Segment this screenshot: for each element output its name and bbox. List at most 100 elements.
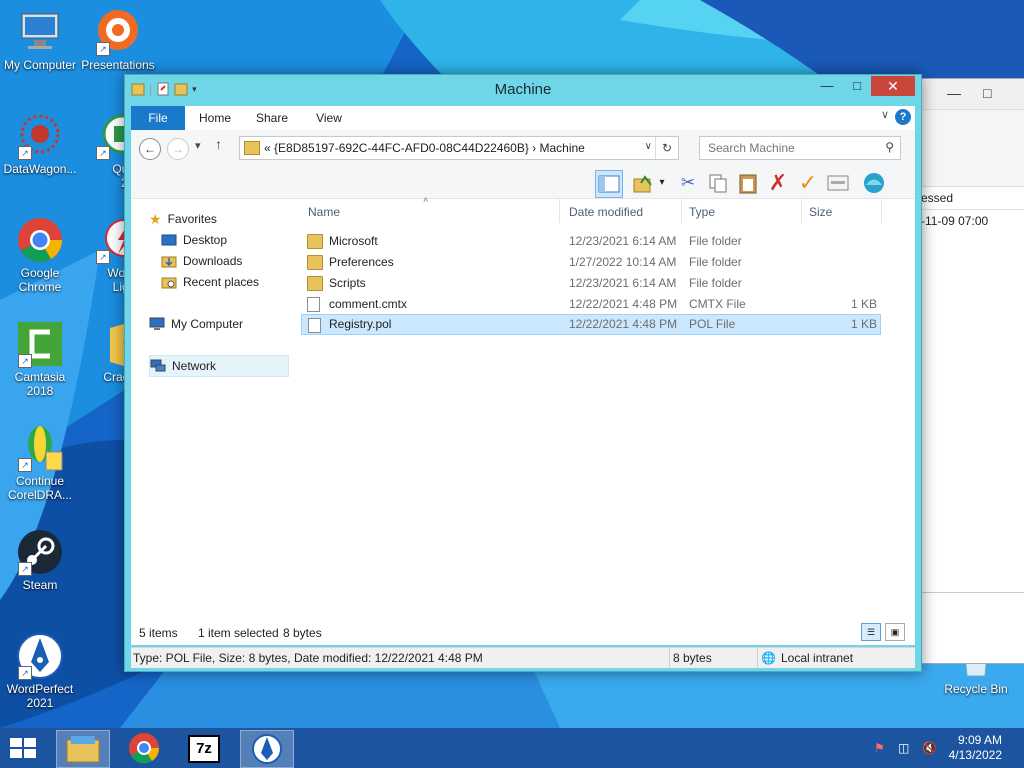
back-button[interactable]: ← xyxy=(139,138,161,160)
column-header-name[interactable]: Name xyxy=(308,205,340,219)
wordperfect-icon: ↗ xyxy=(16,632,64,680)
large-icons-view-button[interactable]: ▣ xyxy=(885,623,905,641)
file-type: POL File xyxy=(689,317,736,331)
maximize-button[interactable]: □ xyxy=(843,76,871,96)
nav-desktop[interactable]: Desktop xyxy=(161,230,227,250)
tab-view[interactable]: View xyxy=(309,106,349,130)
downloads-icon xyxy=(161,254,177,268)
steam-icon: ↗ xyxy=(16,528,64,576)
sevenzip-icon: 7z xyxy=(188,735,220,763)
desktop-icon-label: Recycle Bin xyxy=(944,682,1008,696)
file-date: 12/22/2021 4:48 PM xyxy=(569,317,678,331)
ribbon-expand-icon[interactable]: ∨ xyxy=(881,108,889,121)
start-button[interactable] xyxy=(10,738,36,758)
background-window[interactable]: — □ essed -11-09 07:00 xyxy=(918,78,1024,664)
nav-network[interactable]: Network xyxy=(149,355,289,377)
content-area: ★ Favorites Desktop Downloads Recent pla… xyxy=(131,195,915,619)
folder-icon xyxy=(244,141,260,155)
taskbar-chrome[interactable] xyxy=(118,730,170,766)
network-icon[interactable]: ◫ xyxy=(898,741,909,755)
preview-pane-button[interactable] xyxy=(595,170,623,198)
list-item[interactable]: -11-09 07:00 xyxy=(919,210,1024,232)
nav-downloads[interactable]: Downloads xyxy=(161,251,242,271)
maximize-icon[interactable]: □ xyxy=(983,85,991,101)
nav-favorites[interactable]: ★ Favorites xyxy=(149,209,217,229)
folder-icon xyxy=(307,255,323,270)
details-bar: Type: POL File, Size: 8 bytes, Date modi… xyxy=(131,647,915,668)
address-dropdown-icon[interactable]: ∨ xyxy=(645,141,652,152)
refresh-button[interactable]: ↻ xyxy=(655,137,678,159)
recent-places-icon xyxy=(161,275,177,289)
file-type: File folder xyxy=(689,234,742,248)
table-row[interactable]: Microsoft 12/23/2021 6:14 AM File folder xyxy=(301,231,879,251)
file-type: File folder xyxy=(689,255,742,269)
presentations-icon: ↗ xyxy=(94,8,142,56)
desktop-icon-label: Camtasia xyxy=(14,370,66,384)
nav-recent-places[interactable]: Recent places xyxy=(161,272,259,292)
desktop-icon-steam[interactable]: ↗ Steam xyxy=(0,528,80,592)
selection-count: 1 item selected xyxy=(198,626,279,640)
recent-locations-icon[interactable]: ▾ xyxy=(195,139,201,152)
desktop-icon-camtasia[interactable]: ↗ Camtasia 2018 xyxy=(0,320,80,398)
rename-icon[interactable]: ✓ xyxy=(795,170,821,196)
table-row[interactable]: Preferences 1/27/2022 10:14 AM File fold… xyxy=(301,252,879,272)
file-explorer-icon xyxy=(66,736,100,763)
tab-share[interactable]: Share xyxy=(249,106,295,130)
desktop-icon-google-chrome[interactable]: Google Chrome xyxy=(0,216,80,294)
nav-my-computer[interactable]: My Computer xyxy=(149,314,243,334)
clock[interactable]: 9:09 AM 4/13/2022 xyxy=(949,733,1002,763)
paste-icon[interactable] xyxy=(735,170,761,196)
tab-home[interactable]: Home xyxy=(193,106,237,130)
close-button[interactable]: ✕ xyxy=(871,76,915,96)
file-size: 1 KB xyxy=(851,317,878,331)
taskbar-wordperfect[interactable] xyxy=(240,730,294,768)
desktop-icon-wordperfect-2021[interactable]: ↗ WordPerfect 2021 xyxy=(0,632,80,710)
search-icon[interactable]: ⚲ xyxy=(885,140,894,154)
folder-icon xyxy=(307,276,323,291)
cut-icon[interactable]: ✂ xyxy=(675,170,701,196)
titlebar[interactable]: | ▾ Machine — □ ✕ xyxy=(125,75,921,105)
column-header-date[interactable]: Date modified xyxy=(569,205,643,219)
minimize-button[interactable]: — xyxy=(813,76,841,96)
column-header-size[interactable]: Size xyxy=(809,205,832,219)
windows-logo-icon xyxy=(10,738,22,747)
dropdown-icon[interactable]: ▾ xyxy=(655,170,669,196)
table-row[interactable]: Scripts 12/23/2021 6:14 AM File folder xyxy=(301,273,879,293)
delete-icon[interactable]: ✗ xyxy=(765,170,791,196)
datawagon-icon: ↗ xyxy=(16,112,64,160)
globe-icon: 🌐 xyxy=(761,651,776,665)
desktop-icon-my-computer[interactable]: My Computer xyxy=(0,8,80,72)
file-name: Microsoft xyxy=(329,234,378,248)
properties-icon[interactable] xyxy=(825,170,851,196)
column-header[interactable]: essed xyxy=(919,187,1024,210)
network-icon xyxy=(150,359,166,373)
address-bar[interactable]: « {E8D85197-692C-44FC-AFD0-08C44D22460B}… xyxy=(239,136,679,160)
volume-muted-icon[interactable]: 🔇 xyxy=(922,741,937,755)
navigation-pane: ★ Favorites Desktop Downloads Recent pla… xyxy=(131,199,293,619)
table-row-selected[interactable]: Registry.pol 12/22/2021 4:48 PM POL File… xyxy=(301,314,881,335)
copy-icon[interactable] xyxy=(705,170,731,196)
file-type: File folder xyxy=(689,276,742,290)
desktop-icon-coreldraw[interactable]: ↗ Continue CorelDRA... xyxy=(0,424,80,502)
desktop-icon-label: Google xyxy=(20,266,60,280)
taskbar-file-explorer[interactable] xyxy=(56,730,110,768)
tab-file[interactable]: File xyxy=(131,106,185,130)
help-icon[interactable]: ? xyxy=(895,109,911,125)
details-view-button[interactable]: ☰ xyxy=(861,623,881,641)
nav-label: Desktop xyxy=(183,233,228,247)
column-header-type[interactable]: Type xyxy=(689,205,715,219)
desktop-icon-datawagon[interactable]: ↗ DataWagon... xyxy=(0,112,80,176)
folder-options-icon[interactable] xyxy=(631,170,657,196)
shell-icon[interactable] xyxy=(861,170,887,196)
window-title: Machine xyxy=(494,81,552,98)
action-center-icon[interactable]: ⚑ xyxy=(874,741,885,755)
up-button[interactable]: ↑ xyxy=(215,136,222,152)
chrome-icon xyxy=(16,216,64,264)
table-row[interactable]: comment.cmtx 12/22/2021 4:48 PM CMTX Fil… xyxy=(301,294,879,314)
search-input[interactable]: Search Machine ⚲ xyxy=(699,136,901,160)
taskbar-7zip[interactable]: 7z xyxy=(178,730,230,766)
navigation-bar: ← → ▾ ↑ « {E8D85197-692C-44FC-AFD0-08C44… xyxy=(131,130,915,169)
forward-button[interactable]: → xyxy=(167,138,189,160)
breadcrumb[interactable]: « {E8D85197-692C-44FC-AFD0-08C44D22460B}… xyxy=(264,141,585,155)
minimize-icon[interactable]: — xyxy=(947,85,961,101)
